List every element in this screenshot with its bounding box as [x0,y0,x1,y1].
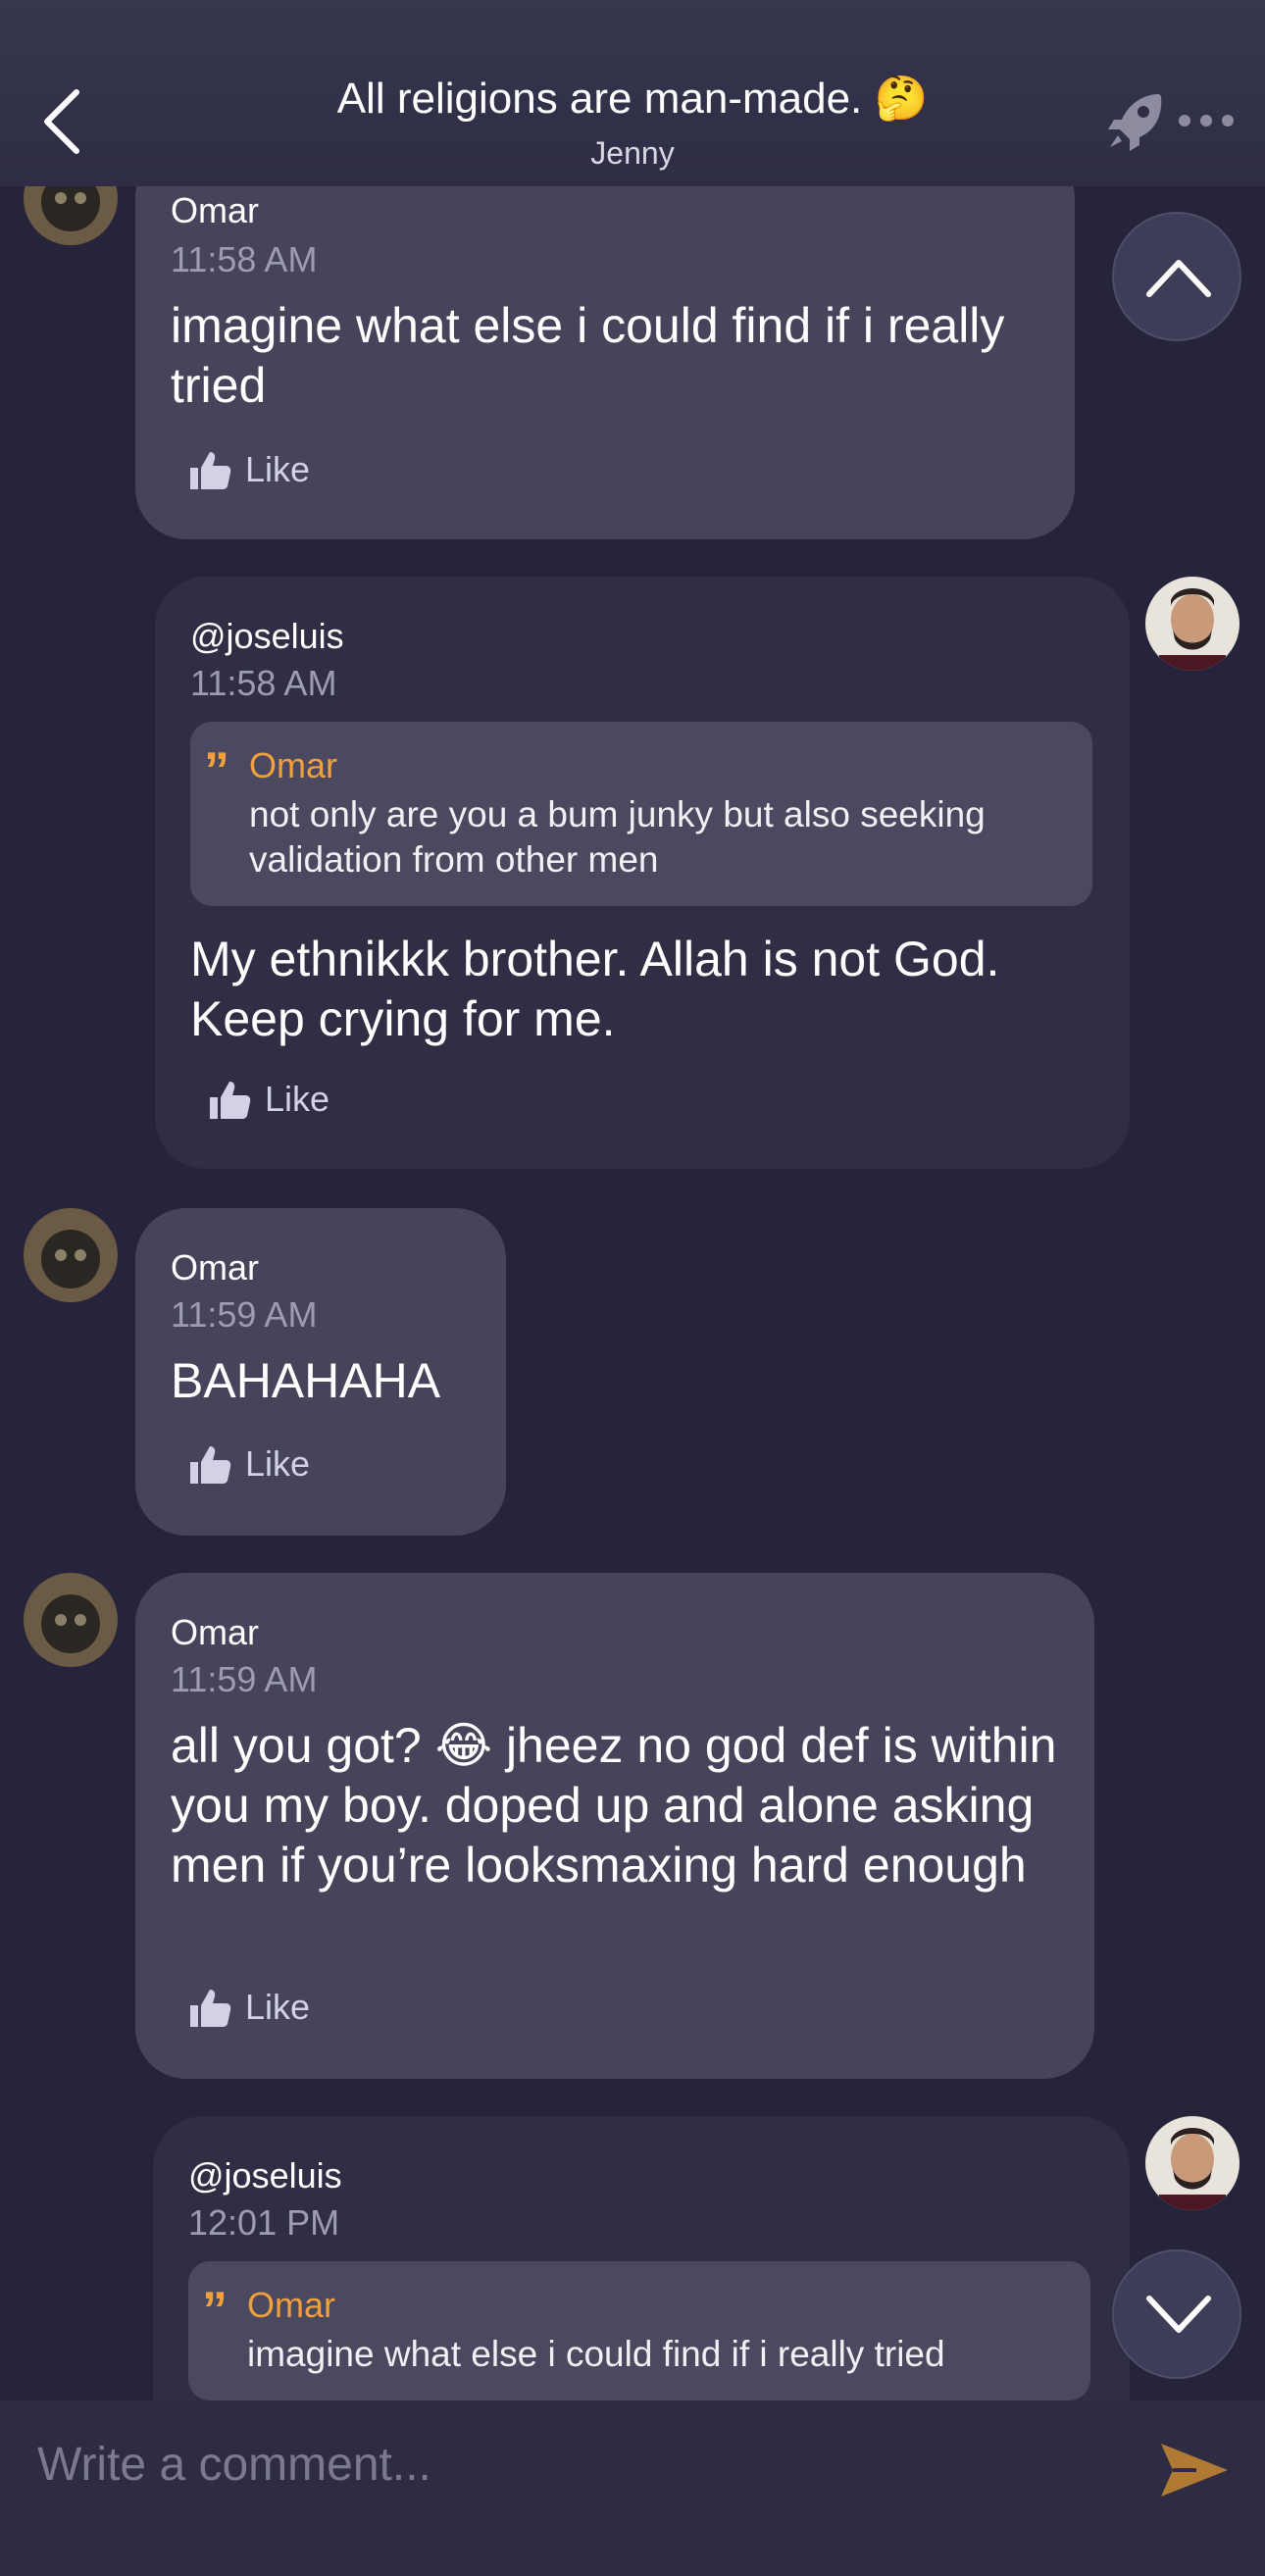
quote-author: Omar [247,2285,335,2325]
message-time: 11:58 AM [171,239,318,279]
quote-icon: ” [204,742,229,799]
thumbs-up-icon [190,1446,231,1484]
message-bubble: Omar 11:59 AM all you got? 😂 jheez no go… [135,1573,1094,2079]
quote-text: not only are you a bum junky but also se… [249,794,986,880]
like-button[interactable]: Like [206,1075,329,1124]
thread-title: All religions are man-made. 🤔 [336,75,929,123]
top-bar: All religions are man-made. 🤔 Jenny [0,0,1265,186]
message-time: 11:58 AM [190,663,337,703]
like-label: Like [245,1443,311,1484]
message-author[interactable]: Omar [171,1612,259,1653]
quoted-message[interactable]: ” Omar imagine what else i could find if… [188,2261,1090,2400]
message-text: imagine what else i could find if i real… [171,298,1005,413]
like-label: Like [245,449,311,489]
avatar[interactable] [24,1573,118,1667]
message-text: BAHAHAHA [171,1353,441,1408]
message-author[interactable]: Omar [171,1247,259,1288]
scroll-down-button[interactable] [1112,2249,1241,2379]
comment-input[interactable]: Write a comment... [37,2438,431,2492]
message-text: all you got? 😂 jheez no god def is withi… [171,1718,1057,1893]
chevron-up-icon [1146,260,1211,297]
quote-icon: ” [202,2282,228,2339]
rocket-icon[interactable] [1106,90,1165,153]
more-icon[interactable] [1177,110,1236,131]
quote-text: imagine what else i could find if i real… [247,2334,945,2374]
message-bubble: Omar 11:59 AM BAHAHAHA Like [135,1208,506,1536]
message-time: 11:59 AM [171,1659,318,1699]
thumbs-up-icon [190,452,231,489]
like-button[interactable]: Like [186,1983,310,2032]
like-button[interactable]: Like [186,1440,310,1489]
avatar[interactable] [1145,2116,1240,2210]
message-author[interactable]: @joseluis [190,616,344,657]
quoted-message[interactable]: ” Omar not only are you a bum junky but … [190,722,1092,906]
avatar[interactable] [24,1208,118,1302]
thumbs-up-icon [190,1990,231,2027]
message-author[interactable]: Omar [171,190,259,231]
comment-composer: Write a comment... [0,2400,1265,2576]
like-label: Like [265,1079,330,1119]
message-bubble: Omar 11:58 AM imagine what else i could … [135,147,1075,539]
thread-subtitle: Jenny [590,135,675,171]
chevron-down-icon [1146,2296,1211,2333]
message-time: 12:01 PM [188,2202,340,2243]
like-label: Like [245,1987,311,2027]
like-button[interactable]: Like [186,445,310,494]
quote-author: Omar [249,745,337,785]
avatar[interactable] [1145,577,1240,671]
message-text: My ethnikkk brother. Allah is not God. K… [190,932,1000,1046]
send-icon[interactable] [1157,2440,1232,2500]
message-time: 11:59 AM [171,1294,318,1335]
message-bubble: @joseluis 11:58 AM ” Omar not only are y… [155,577,1130,1169]
thumbs-up-icon [210,1082,251,1119]
message-author[interactable]: @joseluis [188,2155,342,2197]
scroll-up-button[interactable] [1112,212,1241,341]
